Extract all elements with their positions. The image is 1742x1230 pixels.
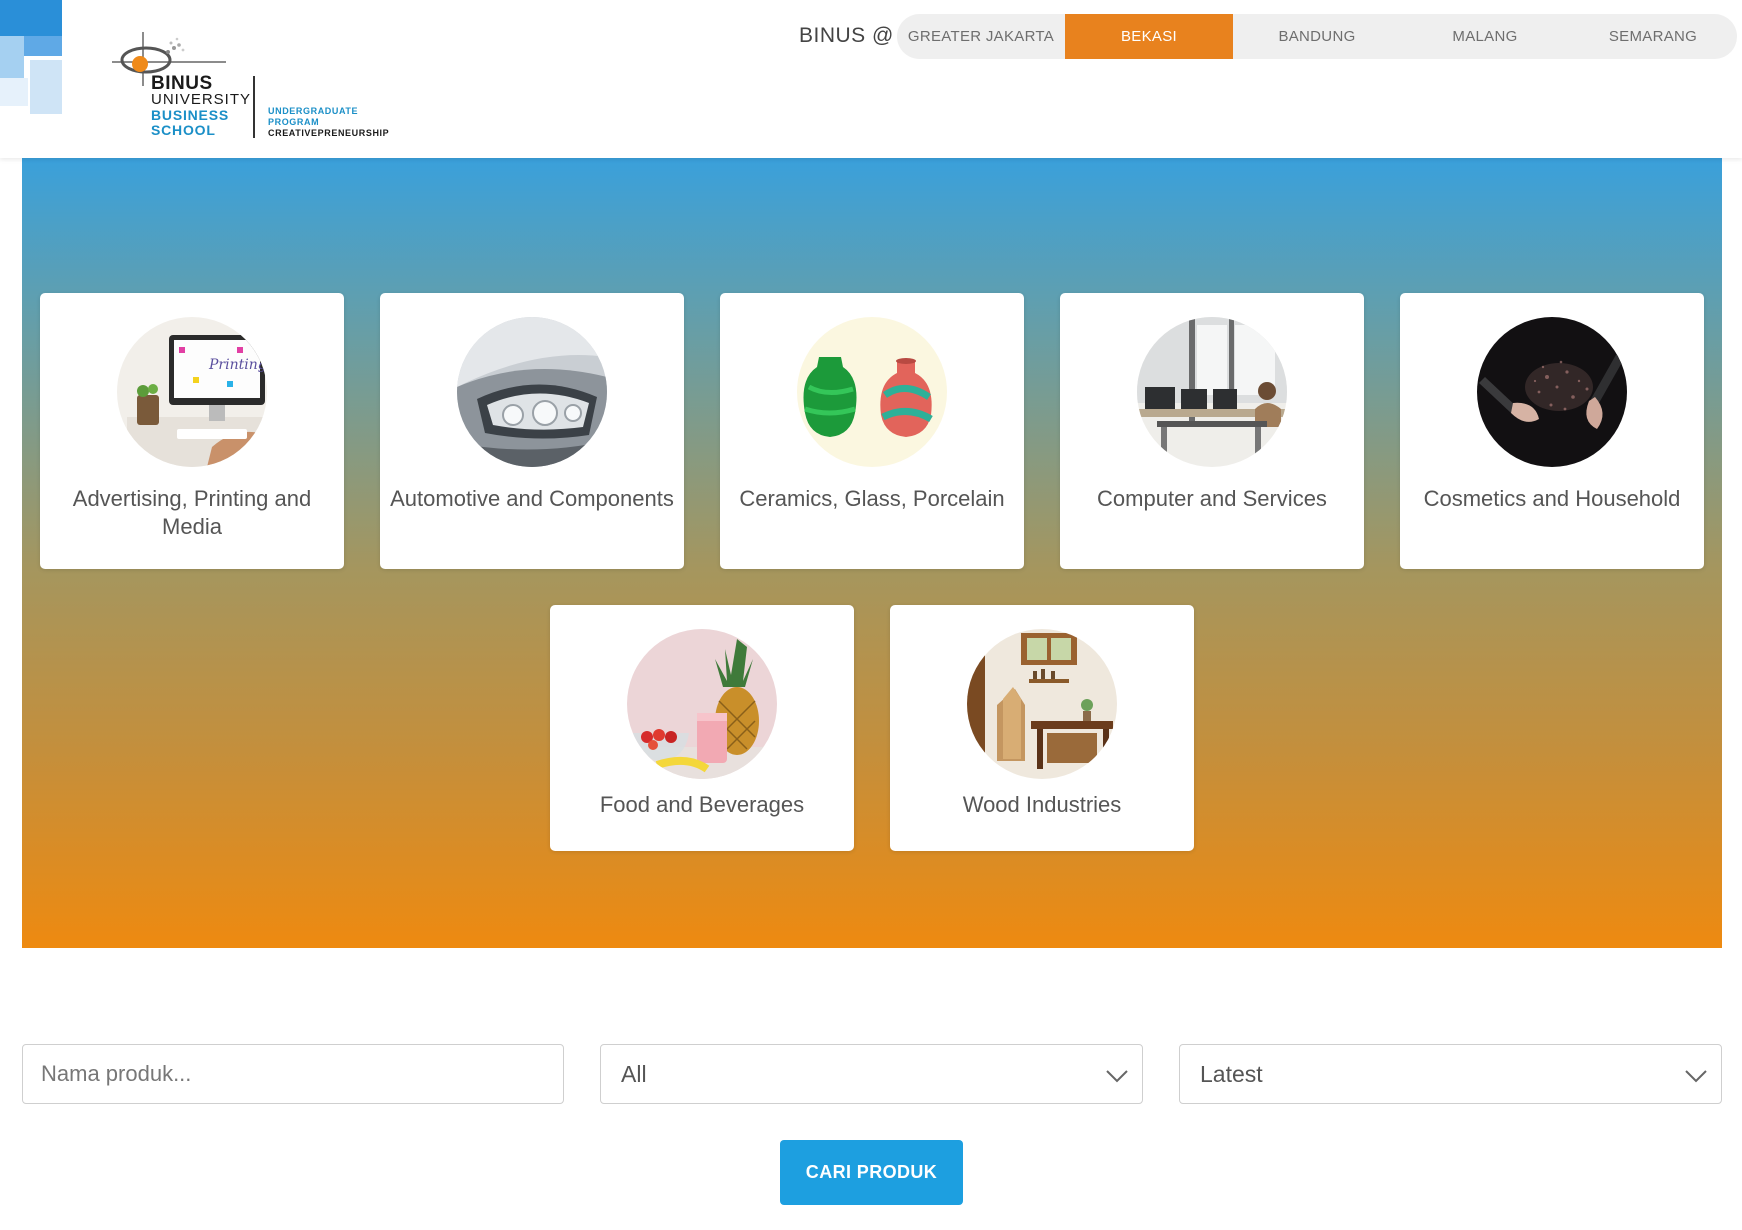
- category-label: Ceramics, Glass, Porcelain: [739, 486, 1005, 511]
- logo-university: UNIVERSITY: [151, 91, 252, 108]
- category-label: Automotive and Components: [390, 486, 674, 511]
- logo-program-line3: CREATIVEPRENEURSHIP: [268, 128, 390, 138]
- category-select[interactable]: All: [600, 1044, 1143, 1104]
- chevron-down-icon: [1106, 1070, 1128, 1083]
- category-hero: Printing Advertising, Printing and Media: [22, 158, 1722, 948]
- logo-business: BUSINESS: [151, 107, 229, 123]
- site-header: BINUS UNIVERSITY BUSINESS SCHOOL UNDERGR…: [0, 0, 1742, 158]
- printing-image-icon: Printing: [117, 317, 267, 467]
- car-headlight-image-icon: [457, 317, 607, 467]
- product-name-input[interactable]: [22, 1044, 564, 1104]
- corner-decoration: [0, 0, 62, 114]
- logo-divider: [253, 76, 255, 138]
- wood-workshop-image-icon: [967, 629, 1117, 779]
- logo-program-line2: PROGRAM: [268, 117, 320, 127]
- category-card-computer[interactable]: Computer and Services: [1060, 293, 1364, 569]
- logo-school: SCHOOL: [151, 122, 216, 138]
- category-card-ceramics[interactable]: Ceramics, Glass, Porcelain: [720, 293, 1024, 569]
- tab-greater-jakarta[interactable]: GREATER JAKARTA: [897, 14, 1065, 59]
- sort-select-value: Latest: [1200, 1061, 1263, 1087]
- category-label: Cosmetics and Household: [1423, 486, 1681, 511]
- category-select-value: All: [621, 1061, 647, 1087]
- search-product-button[interactable]: CARI PRODUK: [780, 1140, 963, 1205]
- tab-semarang[interactable]: SEMARANG: [1569, 14, 1737, 59]
- category-card-advertising[interactable]: Printing Advertising, Printing and Media: [40, 293, 344, 569]
- svg-text:Printing: Printing: [208, 357, 267, 373]
- makeup-brush-image-icon: [1477, 317, 1627, 467]
- category-card-wood[interactable]: Wood Industries: [890, 605, 1194, 851]
- category-card-automotive[interactable]: Automotive and Components: [380, 293, 684, 569]
- category-label: Food and Beverages: [599, 792, 805, 817]
- logo-program: UNDERGRADUATE PROGRAM CREATIVEPRENEURSHI…: [268, 106, 389, 139]
- tab-bandung[interactable]: BANDUNG: [1233, 14, 1401, 59]
- tab-bekasi[interactable]: BEKASI: [1065, 14, 1233, 59]
- category-label: Computer and Services: [1097, 486, 1327, 511]
- logo-wordmark: BINUS UNIVERSITY BUSINESS SCHOOL: [151, 73, 252, 138]
- sort-select[interactable]: Latest: [1179, 1044, 1722, 1104]
- category-card-cosmetics[interactable]: Cosmetics and Household: [1400, 293, 1704, 569]
- category-label: Wood Industries: [962, 792, 1122, 817]
- binus-logo[interactable]: BINUS UNIVERSITY BUSINESS SCHOOL UNDERGR…: [108, 28, 389, 148]
- campus-label: BINUS @: [799, 24, 894, 47]
- pineapple-smoothie-image-icon: [627, 629, 777, 779]
- chevron-down-icon: [1685, 1070, 1707, 1083]
- tab-malang[interactable]: MALANG: [1401, 14, 1569, 59]
- vases-image-icon: [797, 317, 947, 467]
- logo-program-line1: UNDERGRADUATE: [268, 106, 359, 116]
- category-label: Advertising, Printing and Media: [72, 486, 312, 539]
- category-card-food[interactable]: Food and Beverages: [550, 605, 854, 851]
- logo-brand: BINUS: [151, 73, 213, 94]
- campus-tabs: GREATER JAKARTA BEKASI BANDUNG MALANG SE…: [897, 14, 1737, 59]
- office-computers-image-icon: [1137, 317, 1287, 467]
